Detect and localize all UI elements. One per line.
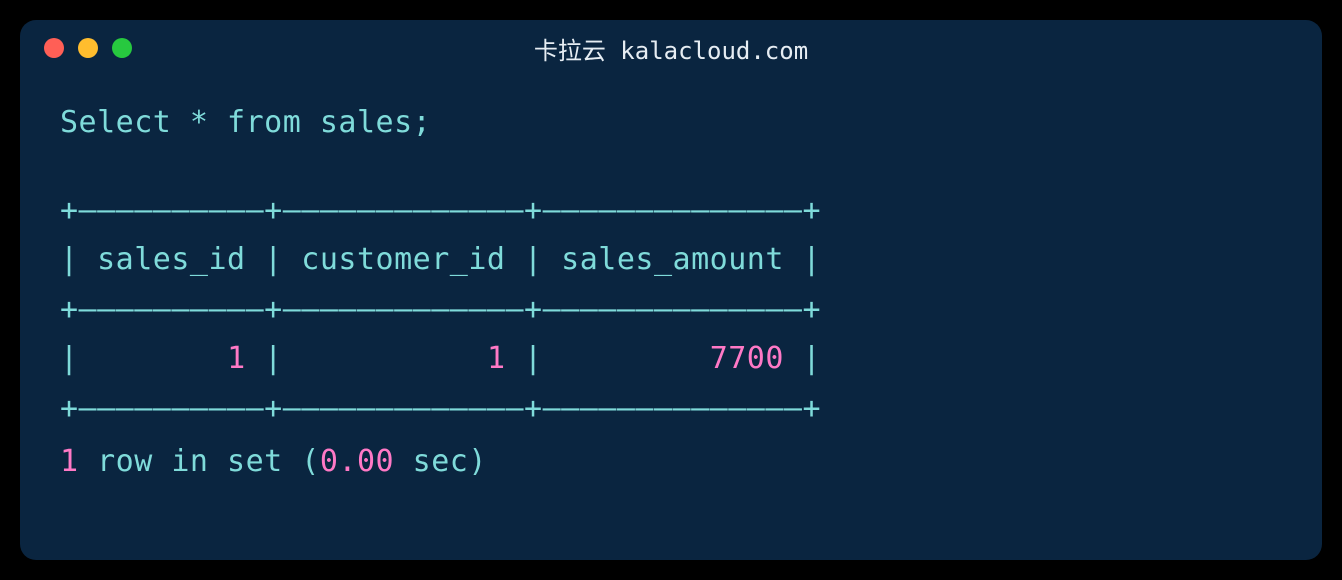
row-count: 1 bbox=[60, 444, 79, 479]
query-time: 0.00 bbox=[320, 444, 394, 479]
sql-query: Select * from sales; bbox=[60, 98, 1282, 148]
table-border-top: +——————————+—————————————+——————————————… bbox=[60, 193, 821, 228]
terminal-window: 卡拉云 kalacloud.com Select * from sales; +… bbox=[20, 20, 1322, 560]
table-border-mid: +——————————+—————————————+——————————————… bbox=[60, 292, 821, 327]
close-icon[interactable] bbox=[44, 38, 64, 58]
result-table: +——————————+—————————————+——————————————… bbox=[60, 186, 1282, 434]
terminal-content: Select * from sales; +——————————+———————… bbox=[20, 68, 1322, 517]
result-footer: 1 row in set (0.00 sec) bbox=[60, 437, 1282, 487]
window-title: 卡拉云 kalacloud.com bbox=[534, 31, 808, 66]
cell-sales-amount: 7700 bbox=[710, 341, 784, 376]
cell-sales-id: 1 bbox=[227, 341, 246, 376]
table-row: | 1 | 1 | 7700 | bbox=[60, 341, 821, 376]
titlebar: 卡拉云 kalacloud.com bbox=[20, 20, 1322, 68]
table-header: | sales_id | customer_id | sales_amount … bbox=[60, 242, 821, 277]
minimize-icon[interactable] bbox=[78, 38, 98, 58]
traffic-lights bbox=[44, 38, 132, 58]
cell-customer-id: 1 bbox=[487, 341, 506, 376]
maximize-icon[interactable] bbox=[112, 38, 132, 58]
table-border-bottom: +——————————+—————————————+——————————————… bbox=[60, 391, 821, 426]
